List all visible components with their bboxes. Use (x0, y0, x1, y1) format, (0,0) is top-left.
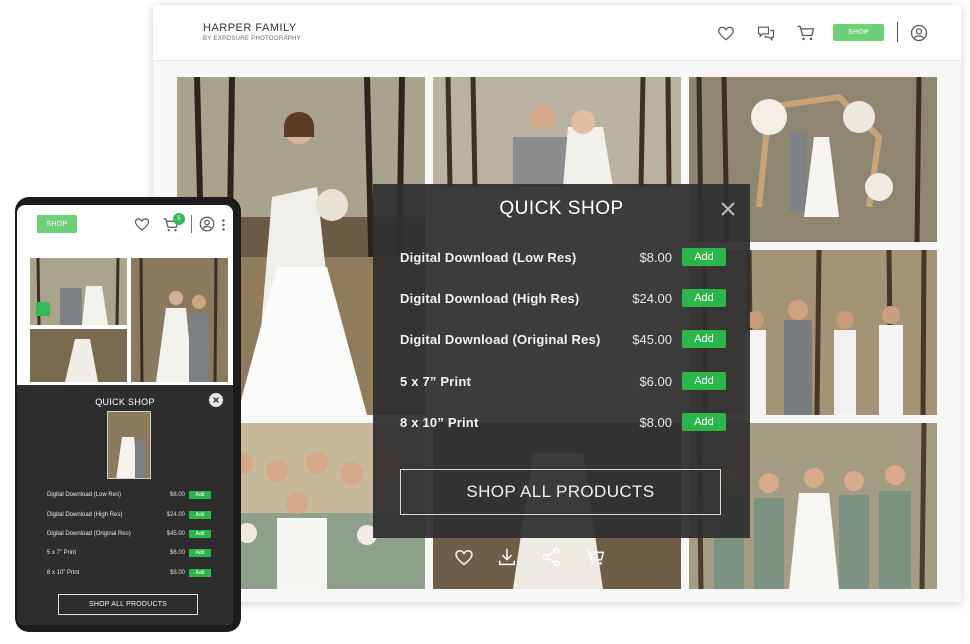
product-thumbnail (107, 411, 151, 479)
chat-icon[interactable] (756, 23, 776, 43)
product-name: 5 x 7” Print (47, 550, 77, 556)
product-price: $6.00 (169, 550, 185, 556)
add-button[interactable]: Add (189, 569, 211, 577)
product-name: 8 x 10” Print (47, 570, 80, 576)
product-price: $6.00 (639, 374, 672, 389)
add-button[interactable]: Add (682, 289, 726, 307)
share-icon[interactable] (540, 546, 562, 568)
product-row: 5 x 7” Print $6.00 Add (47, 549, 211, 559)
gallery-photo-couple[interactable] (433, 77, 681, 187)
cart-count-badge: 5 (173, 213, 185, 225)
product-name: Digital Download (High Res) (400, 291, 580, 306)
marketing-composite: HARPER FAMILY BY EXPOSURE PHOTOGRAPHY SH… (0, 0, 970, 644)
add-button[interactable]: Add (189, 530, 211, 538)
product-row: Digital Download (High Res) $24.00 Add (400, 289, 726, 309)
quick-shop-title: QUICK SHOP (499, 198, 624, 219)
product-row: Digital Download (Low Res) $8.00 Add (47, 491, 211, 501)
add-button[interactable]: Add (682, 372, 726, 390)
cart-icon[interactable] (584, 546, 606, 568)
product-name: 8 x 10” Print (400, 415, 479, 430)
shop-all-products-button[interactable]: SHOP ALL PRODUCTS (400, 469, 721, 515)
quick-shop-title: QUICK SHOP (95, 397, 155, 407)
product-row: Digital Download (Low Res) $8.00 Add (400, 248, 726, 268)
product-row: Digital Download (Original Res) $45.00 A… (400, 330, 726, 350)
product-name: Digital Download (Original Res) (47, 531, 131, 537)
add-button[interactable]: Add (189, 491, 211, 499)
product-price: $45.00 (166, 531, 185, 537)
header-divider (897, 22, 898, 42)
mobile-photo-bride-groom[interactable] (131, 258, 228, 382)
more-icon[interactable] (222, 218, 225, 231)
mobile-photo-bride[interactable] (30, 329, 127, 382)
add-button[interactable]: Add (189, 511, 211, 519)
cart-icon[interactable] (796, 23, 816, 43)
header-divider (191, 215, 192, 233)
product-price: $8.00 (639, 250, 672, 265)
download-icon[interactable] (496, 546, 518, 568)
product-row: 8 x 10” Print $8.00 Add (400, 413, 726, 433)
mobile-screen: SHOP 5 QUICK SHOP Digital Download (Low … (17, 205, 233, 625)
product-name: Digital Download (Low Res) (400, 250, 577, 265)
mobile-shop-button[interactable]: SHOP (37, 215, 77, 233)
gallery-subtitle: BY EXPOSURE PHOTOGRAPHY (203, 36, 302, 42)
account-icon[interactable] (909, 23, 929, 43)
product-price: $24.00 (632, 291, 672, 306)
product-row: Digital Download (Original Res) $45.00 A… (47, 530, 211, 540)
product-price: $8.00 (169, 492, 185, 498)
add-button[interactable]: Add (189, 549, 211, 557)
heart-icon[interactable] (453, 546, 475, 568)
product-row: 8 x 10” Print $8.00 Add (47, 569, 211, 579)
product-name: Digital Download (Original Res) (400, 332, 601, 347)
add-button[interactable]: Add (682, 330, 726, 348)
heart-icon[interactable] (133, 215, 151, 233)
quick-shop-panel: QUICK SHOP Digital Download (Low Res) $8… (373, 184, 750, 538)
product-name: Digital Download (High Res) (47, 512, 123, 518)
close-icon[interactable] (209, 393, 223, 407)
product-name: Digital Download (Low Res) (47, 492, 122, 498)
product-price: $8.00 (169, 570, 185, 576)
close-icon[interactable] (719, 200, 737, 218)
shop-button[interactable]: SHOP (833, 24, 884, 41)
product-price: $24.00 (166, 512, 185, 518)
add-button[interactable]: Add (682, 248, 726, 266)
mobile-photo-couple[interactable] (30, 258, 127, 325)
product-row: Digital Download (High Res) $24.00 Add (47, 511, 211, 521)
product-price: $45.00 (632, 332, 672, 347)
add-button[interactable]: Add (682, 413, 726, 431)
account-icon[interactable] (198, 215, 216, 233)
gallery-title: HARPER FAMILY (203, 22, 297, 34)
heart-icon[interactable] (716, 23, 736, 43)
gallery-header: HARPER FAMILY BY EXPOSURE PHOTOGRAPHY SH… (153, 5, 961, 61)
shop-all-products-button[interactable]: SHOP ALL PRODUCTS (58, 594, 198, 615)
product-name: 5 x 7” Print (400, 374, 472, 389)
product-price: $8.00 (639, 415, 672, 430)
mobile-quick-shop-panel: QUICK SHOP Digital Download (Low Res) $8… (17, 385, 233, 625)
product-row: 5 x 7” Print $6.00 Add (400, 372, 726, 392)
